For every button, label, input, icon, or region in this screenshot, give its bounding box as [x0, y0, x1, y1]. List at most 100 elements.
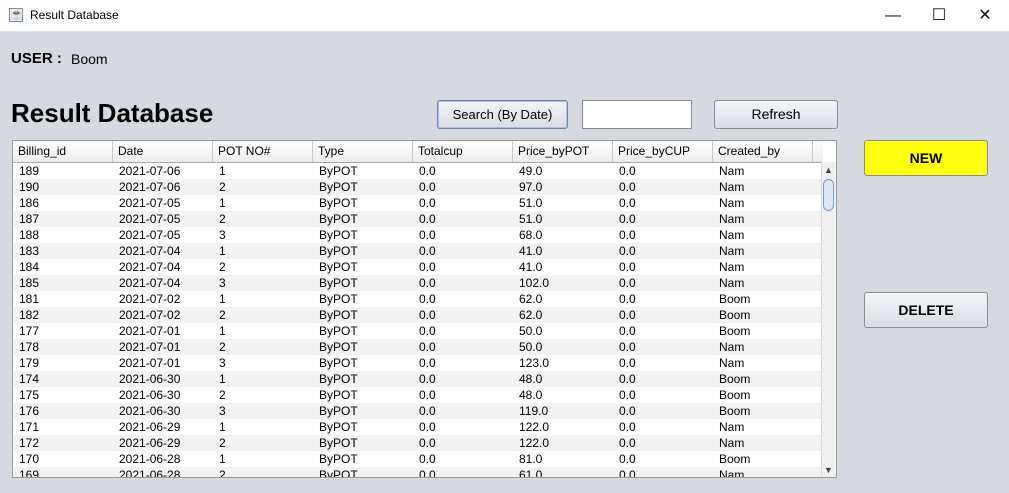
- table-cell[interactable]: 185: [13, 275, 113, 291]
- column-header[interactable]: Price_byCUP: [613, 141, 713, 162]
- table-cell[interactable]: 0.0: [413, 451, 513, 467]
- table-cell[interactable]: 2021-07-02: [113, 307, 213, 323]
- table-cell[interactable]: 0.0: [613, 371, 713, 387]
- table-cell[interactable]: 2021-06-30: [113, 403, 213, 419]
- close-button[interactable]: ✕: [962, 0, 1008, 31]
- table-cell[interactable]: 97.0: [513, 179, 613, 195]
- table-cell[interactable]: 0.0: [613, 227, 713, 243]
- table-cell[interactable]: 1: [213, 451, 313, 467]
- table-cell[interactable]: 175: [13, 387, 113, 403]
- table-cell[interactable]: Boom: [713, 307, 813, 323]
- table-cell[interactable]: 179: [13, 355, 113, 371]
- table-cell[interactable]: 62.0: [513, 291, 613, 307]
- table-cell[interactable]: 2021-06-30: [113, 371, 213, 387]
- table-row[interactable]: 172 2021-06-29 2 ByPOT 0.0 122.0 0.0 Nam: [13, 435, 823, 451]
- table-cell[interactable]: 0.0: [613, 243, 713, 259]
- table-cell[interactable]: ByPOT: [313, 227, 413, 243]
- table-cell[interactable]: 0.0: [613, 291, 713, 307]
- column-header[interactable]: Date: [113, 141, 213, 162]
- new-button[interactable]: NEW: [864, 140, 988, 176]
- table-cell[interactable]: 0.0: [613, 435, 713, 451]
- table-row[interactable]: 183 2021-07-04 1 ByPOT 0.0 41.0 0.0 Nam: [13, 243, 823, 259]
- table-cell[interactable]: 3: [213, 355, 313, 371]
- table-cell[interactable]: 2021-07-02: [113, 291, 213, 307]
- table-cell[interactable]: ByPOT: [313, 419, 413, 435]
- table-cell[interactable]: 122.0: [513, 435, 613, 451]
- table-cell[interactable]: 2021-07-04: [113, 259, 213, 275]
- table-row[interactable]: 184 2021-07-04 2 ByPOT 0.0 41.0 0.0 Nam: [13, 259, 823, 275]
- table-cell[interactable]: 0.0: [413, 291, 513, 307]
- table-cell[interactable]: 1: [213, 323, 313, 339]
- scroll-up-icon[interactable]: ▲: [824, 165, 833, 175]
- table-cell[interactable]: 2021-07-05: [113, 211, 213, 227]
- table-cell[interactable]: 177: [13, 323, 113, 339]
- table-cell[interactable]: ByPOT: [313, 275, 413, 291]
- table-cell[interactable]: 50.0: [513, 339, 613, 355]
- table-cell[interactable]: 2: [213, 179, 313, 195]
- table-cell[interactable]: Nam: [713, 259, 813, 275]
- table-cell[interactable]: 172: [13, 435, 113, 451]
- table-cell[interactable]: 3: [213, 227, 313, 243]
- table-cell[interactable]: 174: [13, 371, 113, 387]
- table-cell[interactable]: Nam: [713, 243, 813, 259]
- table-cell[interactable]: 0.0: [413, 179, 513, 195]
- table-cell[interactable]: 2021-06-28: [113, 451, 213, 467]
- table-cell[interactable]: ByPOT: [313, 467, 413, 477]
- table-cell[interactable]: 181: [13, 291, 113, 307]
- table-cell[interactable]: 0.0: [613, 323, 713, 339]
- table-cell[interactable]: 2021-07-05: [113, 195, 213, 211]
- table-cell[interactable]: 0.0: [413, 467, 513, 477]
- minimize-button[interactable]: —: [870, 0, 916, 31]
- table-cell[interactable]: 0.0: [413, 259, 513, 275]
- table-row[interactable]: 176 2021-06-30 3 ByPOT 0.0 119.0 0.0 Boom: [13, 403, 823, 419]
- table-cell[interactable]: 0.0: [413, 323, 513, 339]
- column-header[interactable]: Type: [313, 141, 413, 162]
- table-cell[interactable]: 188: [13, 227, 113, 243]
- table-cell[interactable]: 0.0: [413, 339, 513, 355]
- table-cell[interactable]: 171: [13, 419, 113, 435]
- table-cell[interactable]: ByPOT: [313, 355, 413, 371]
- column-header[interactable]: POT NO#: [213, 141, 313, 162]
- table-cell[interactable]: ByPOT: [313, 435, 413, 451]
- table-cell[interactable]: 0.0: [413, 211, 513, 227]
- table-cell[interactable]: 0.0: [413, 435, 513, 451]
- table-cell[interactable]: 0.0: [413, 387, 513, 403]
- maximize-button[interactable]: ☐: [916, 0, 962, 31]
- table-cell[interactable]: 0.0: [413, 403, 513, 419]
- table-cell[interactable]: 62.0: [513, 307, 613, 323]
- scroll-down-icon[interactable]: ▼: [824, 465, 833, 475]
- table-cell[interactable]: Nam: [713, 435, 813, 451]
- scroll-thumb[interactable]: [823, 179, 834, 211]
- table-cell[interactable]: 0.0: [613, 339, 713, 355]
- table-cell[interactable]: 2: [213, 259, 313, 275]
- table-cell[interactable]: 1: [213, 195, 313, 211]
- table-row[interactable]: 169 2021-06-28 2 ByPOT 0.0 61.0 0.0 Nam: [13, 467, 823, 477]
- table-cell[interactable]: 176: [13, 403, 113, 419]
- table-cell[interactable]: 2021-06-30: [113, 387, 213, 403]
- table-cell[interactable]: 50.0: [513, 323, 613, 339]
- table-row[interactable]: 189 2021-07-06 1 ByPOT 0.0 49.0 0.0 Nam: [13, 163, 823, 179]
- table-cell[interactable]: 183: [13, 243, 113, 259]
- table-cell[interactable]: 0.0: [613, 179, 713, 195]
- table-cell[interactable]: 2021-07-04: [113, 243, 213, 259]
- table-cell[interactable]: 169: [13, 467, 113, 477]
- column-header[interactable]: Price_byPOT: [513, 141, 613, 162]
- table-cell[interactable]: 81.0: [513, 451, 613, 467]
- table-cell[interactable]: 0.0: [413, 195, 513, 211]
- table-cell[interactable]: ByPOT: [313, 307, 413, 323]
- table-cell[interactable]: 1: [213, 243, 313, 259]
- table-cell[interactable]: 2021-07-05: [113, 227, 213, 243]
- table-cell[interactable]: 0.0: [613, 419, 713, 435]
- table-cell[interactable]: 182: [13, 307, 113, 323]
- table-cell[interactable]: 2021-07-06: [113, 163, 213, 179]
- table-cell[interactable]: 0.0: [613, 467, 713, 477]
- table-cell[interactable]: 48.0: [513, 387, 613, 403]
- table-cell[interactable]: 0.0: [413, 275, 513, 291]
- table-cell[interactable]: 102.0: [513, 275, 613, 291]
- table-cell[interactable]: 2: [213, 307, 313, 323]
- table-cell[interactable]: 178: [13, 339, 113, 355]
- column-header[interactable]: Totalcup: [413, 141, 513, 162]
- table-cell[interactable]: 184: [13, 259, 113, 275]
- table-cell[interactable]: 68.0: [513, 227, 613, 243]
- table-cell[interactable]: 122.0: [513, 419, 613, 435]
